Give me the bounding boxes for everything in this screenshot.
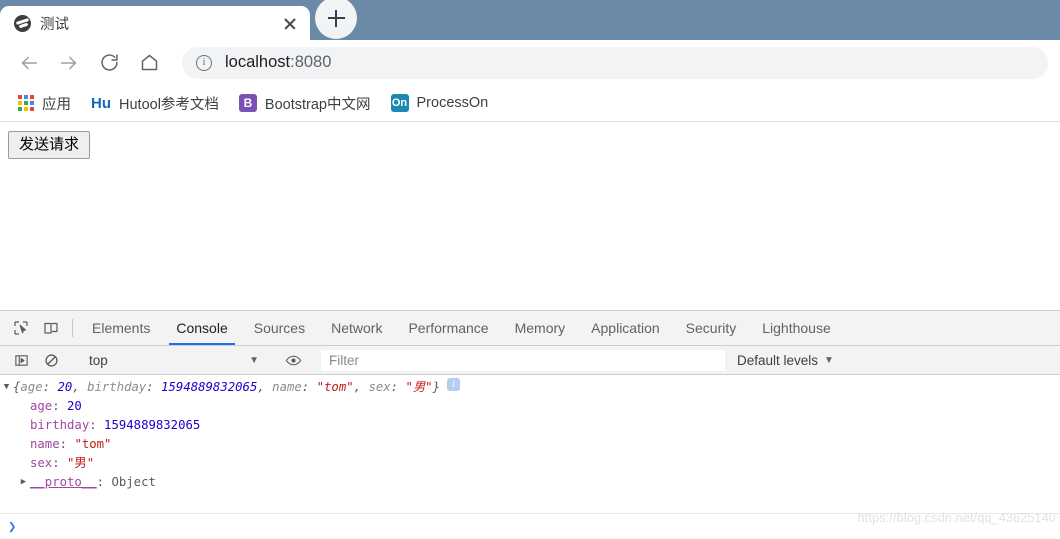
bookmark-hutool[interactable]: Hu Hutool参考文档 bbox=[83, 89, 227, 117]
proto-key: __proto__ bbox=[30, 475, 97, 489]
log-levels-label: Default levels bbox=[737, 352, 819, 368]
object-preview: {age: 20, birthday: 1594889832065, name:… bbox=[13, 380, 440, 394]
tab-title: 测试 bbox=[40, 16, 69, 33]
tab-performance[interactable]: Performance bbox=[395, 311, 501, 345]
bookmark-processon[interactable]: On ProcessOn bbox=[383, 89, 497, 117]
console-toolbar: top ▼ Default levels ▼ bbox=[0, 346, 1060, 375]
navigation-toolbar: localhost:8080 bbox=[0, 40, 1060, 85]
object-property-row[interactable]: age: 20 bbox=[0, 397, 1060, 416]
bookmarks-bar: 应用 Hu Hutool参考文档 B Bootstrap中文网 On Proce… bbox=[0, 85, 1060, 122]
send-request-button[interactable]: 发送请求 bbox=[8, 131, 91, 159]
execution-context-value: top bbox=[89, 352, 108, 368]
property-value: "男" bbox=[67, 456, 95, 470]
processon-icon: On bbox=[390, 94, 409, 112]
page-viewport: 发送请求 bbox=[0, 122, 1060, 309]
tab-console[interactable]: Console bbox=[163, 311, 240, 345]
chevron-down-icon: ▼ bbox=[249, 354, 259, 366]
tab-security[interactable]: Security bbox=[673, 311, 750, 345]
bookmark-label: Bootstrap中文网 bbox=[264, 96, 371, 113]
new-tab-button[interactable] bbox=[315, 0, 357, 39]
object-property-row[interactable]: birthday: 1594889832065 bbox=[0, 416, 1060, 435]
toolbar-divider bbox=[72, 319, 73, 337]
device-toolbar-icon[interactable] bbox=[36, 311, 66, 345]
prompt-caret-icon: ❯ bbox=[8, 518, 17, 535]
info-circle-icon[interactable] bbox=[196, 54, 212, 71]
object-property-row[interactable]: sex: "男" bbox=[0, 454, 1060, 473]
console-output: ▼ {age: 20, birthday: 1594889832065, nam… bbox=[0, 375, 1060, 513]
property-value: "tom" bbox=[74, 437, 112, 451]
back-arrow-icon[interactable] bbox=[12, 46, 46, 80]
clear-console-icon[interactable] bbox=[36, 353, 66, 368]
hu-icon: Hu bbox=[91, 94, 111, 112]
tab-memory[interactable]: Memory bbox=[502, 311, 579, 345]
devtools-panel: Elements Console Sources Network Perform… bbox=[0, 310, 1060, 539]
bookmark-bootstrap[interactable]: B Bootstrap中文网 bbox=[231, 89, 379, 117]
proto-value: Object bbox=[111, 475, 156, 489]
console-message-row[interactable]: ▼ {age: 20, birthday: 1594889832065, nam… bbox=[0, 378, 1060, 397]
info-badge[interactable]: i bbox=[447, 378, 460, 391]
address-bar-url: localhost:8080 bbox=[225, 53, 332, 71]
object-proto-row[interactable]: ▶ __proto__: Object bbox=[0, 473, 1060, 492]
bookmark-label: Hutool参考文档 bbox=[119, 96, 219, 113]
chevron-down-icon: ▼ bbox=[824, 354, 834, 366]
live-expression-eye-icon[interactable] bbox=[278, 352, 308, 369]
tab-application[interactable]: Application bbox=[578, 311, 673, 345]
browser-tab[interactable]: 测试 bbox=[0, 6, 310, 40]
bookmark-label: 应用 bbox=[42, 96, 71, 113]
console-prompt[interactable]: ❯ bbox=[0, 513, 1060, 539]
property-value: 20 bbox=[67, 399, 82, 413]
property-key: age bbox=[30, 399, 53, 413]
apps-grid-icon bbox=[18, 95, 34, 111]
property-key: birthday bbox=[30, 418, 90, 432]
globe-icon bbox=[14, 14, 31, 32]
log-levels-select[interactable]: Default levels ▼ bbox=[725, 353, 844, 368]
bootstrap-icon: B bbox=[238, 94, 257, 112]
forward-arrow-icon[interactable] bbox=[52, 46, 86, 80]
inspect-element-icon[interactable] bbox=[6, 311, 36, 345]
tab-sources[interactable]: Sources bbox=[241, 311, 318, 345]
tab-lighthouse[interactable]: Lighthouse bbox=[749, 311, 844, 345]
devtools-tabbar: Elements Console Sources Network Perform… bbox=[0, 311, 1060, 346]
home-icon[interactable] bbox=[132, 46, 166, 80]
property-value: 1594889832065 bbox=[104, 418, 201, 432]
browser-titlebar: 测试 bbox=[0, 0, 1060, 40]
collapse-arrow-icon[interactable]: ▶ bbox=[17, 473, 30, 492]
address-bar[interactable]: localhost:8080 bbox=[182, 46, 1048, 79]
property-key: sex bbox=[30, 456, 53, 470]
reload-icon[interactable] bbox=[92, 46, 126, 80]
close-icon[interactable] bbox=[280, 13, 300, 33]
object-property-row[interactable]: name: "tom" bbox=[0, 435, 1060, 454]
expand-arrow-icon[interactable]: ▼ bbox=[0, 378, 13, 397]
tab-network[interactable]: Network bbox=[318, 311, 395, 345]
console-sidebar-icon[interactable] bbox=[6, 353, 36, 368]
browser-window: 测试 localhost:8080 bbox=[0, 0, 1060, 539]
bookmark-label: ProcessOn bbox=[416, 95, 489, 111]
property-key: name bbox=[30, 437, 60, 451]
filter-input[interactable] bbox=[321, 349, 725, 371]
bookmark-apps[interactable]: 应用 bbox=[10, 89, 79, 117]
tab-elements[interactable]: Elements bbox=[79, 311, 163, 345]
execution-context-select[interactable]: top ▼ bbox=[79, 350, 265, 371]
